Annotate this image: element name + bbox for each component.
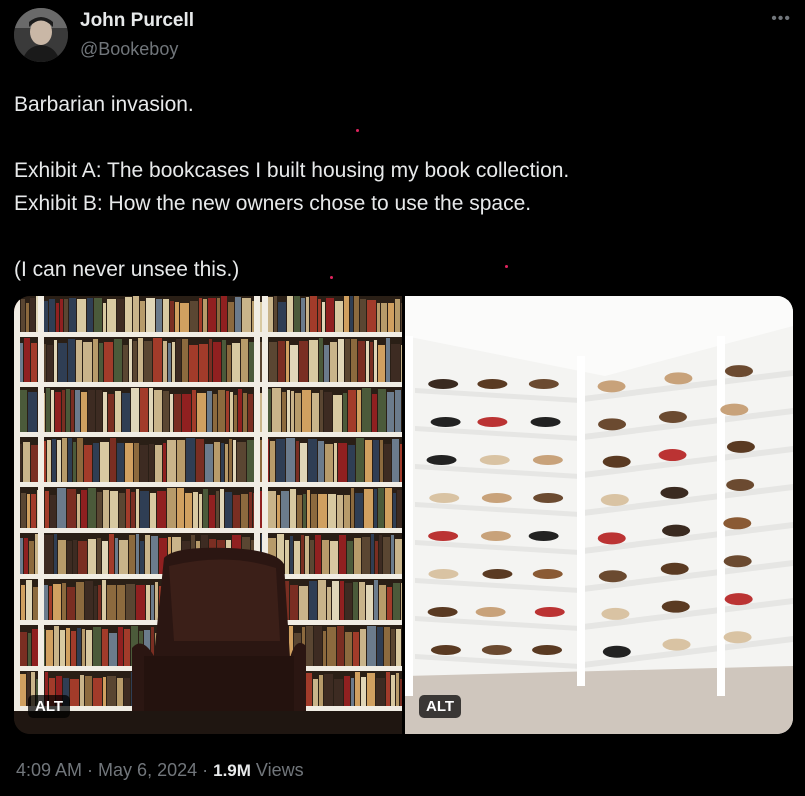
tweet-line	[14, 220, 784, 253]
user-handle[interactable]: @Bookeboy	[80, 37, 194, 61]
bookcases-image	[14, 296, 402, 734]
tweet-date[interactable]: May 6, 2024	[98, 760, 197, 780]
user-avatar-icon	[14, 8, 68, 62]
red-dot-marker	[356, 129, 359, 132]
alt-badge[interactable]: ALT	[28, 695, 71, 718]
tweet-metadata: 4:09 AM · May 6, 2024 · 1.9M Views	[16, 760, 304, 781]
red-dot-marker	[330, 276, 333, 279]
views-count: 1.9M	[213, 761, 251, 780]
author-block: John Purcell @Bookeboy	[80, 9, 194, 61]
media-grid: ALT ALT	[14, 296, 793, 734]
avatar[interactable]	[14, 8, 68, 62]
media-image-shoes[interactable]: ALT	[405, 296, 793, 734]
display-name[interactable]: John Purcell	[80, 9, 194, 32]
tweet-text: Barbarian invasion. Exhibit A: The bookc…	[14, 88, 784, 286]
separator: ·	[82, 760, 99, 780]
tweet-line: (I can never unsee this.)	[14, 258, 240, 281]
separator: ·	[197, 760, 214, 780]
more-options-icon[interactable]: •••	[771, 10, 791, 28]
tweet-line	[14, 121, 784, 154]
red-dot-marker	[505, 265, 508, 268]
media-image-bookcases[interactable]: ALT	[14, 296, 402, 734]
tweet-line: Barbarian invasion.	[14, 93, 194, 116]
shoes-image	[405, 296, 793, 734]
tweet-line: Exhibit B: How the new owners chose to u…	[14, 192, 532, 215]
alt-badge[interactable]: ALT	[419, 695, 462, 718]
views-label: Views	[250, 760, 304, 780]
tweet-line: Exhibit A: The bookcases I built housing…	[14, 159, 570, 182]
tweet-time[interactable]: 4:09 AM	[16, 760, 82, 780]
